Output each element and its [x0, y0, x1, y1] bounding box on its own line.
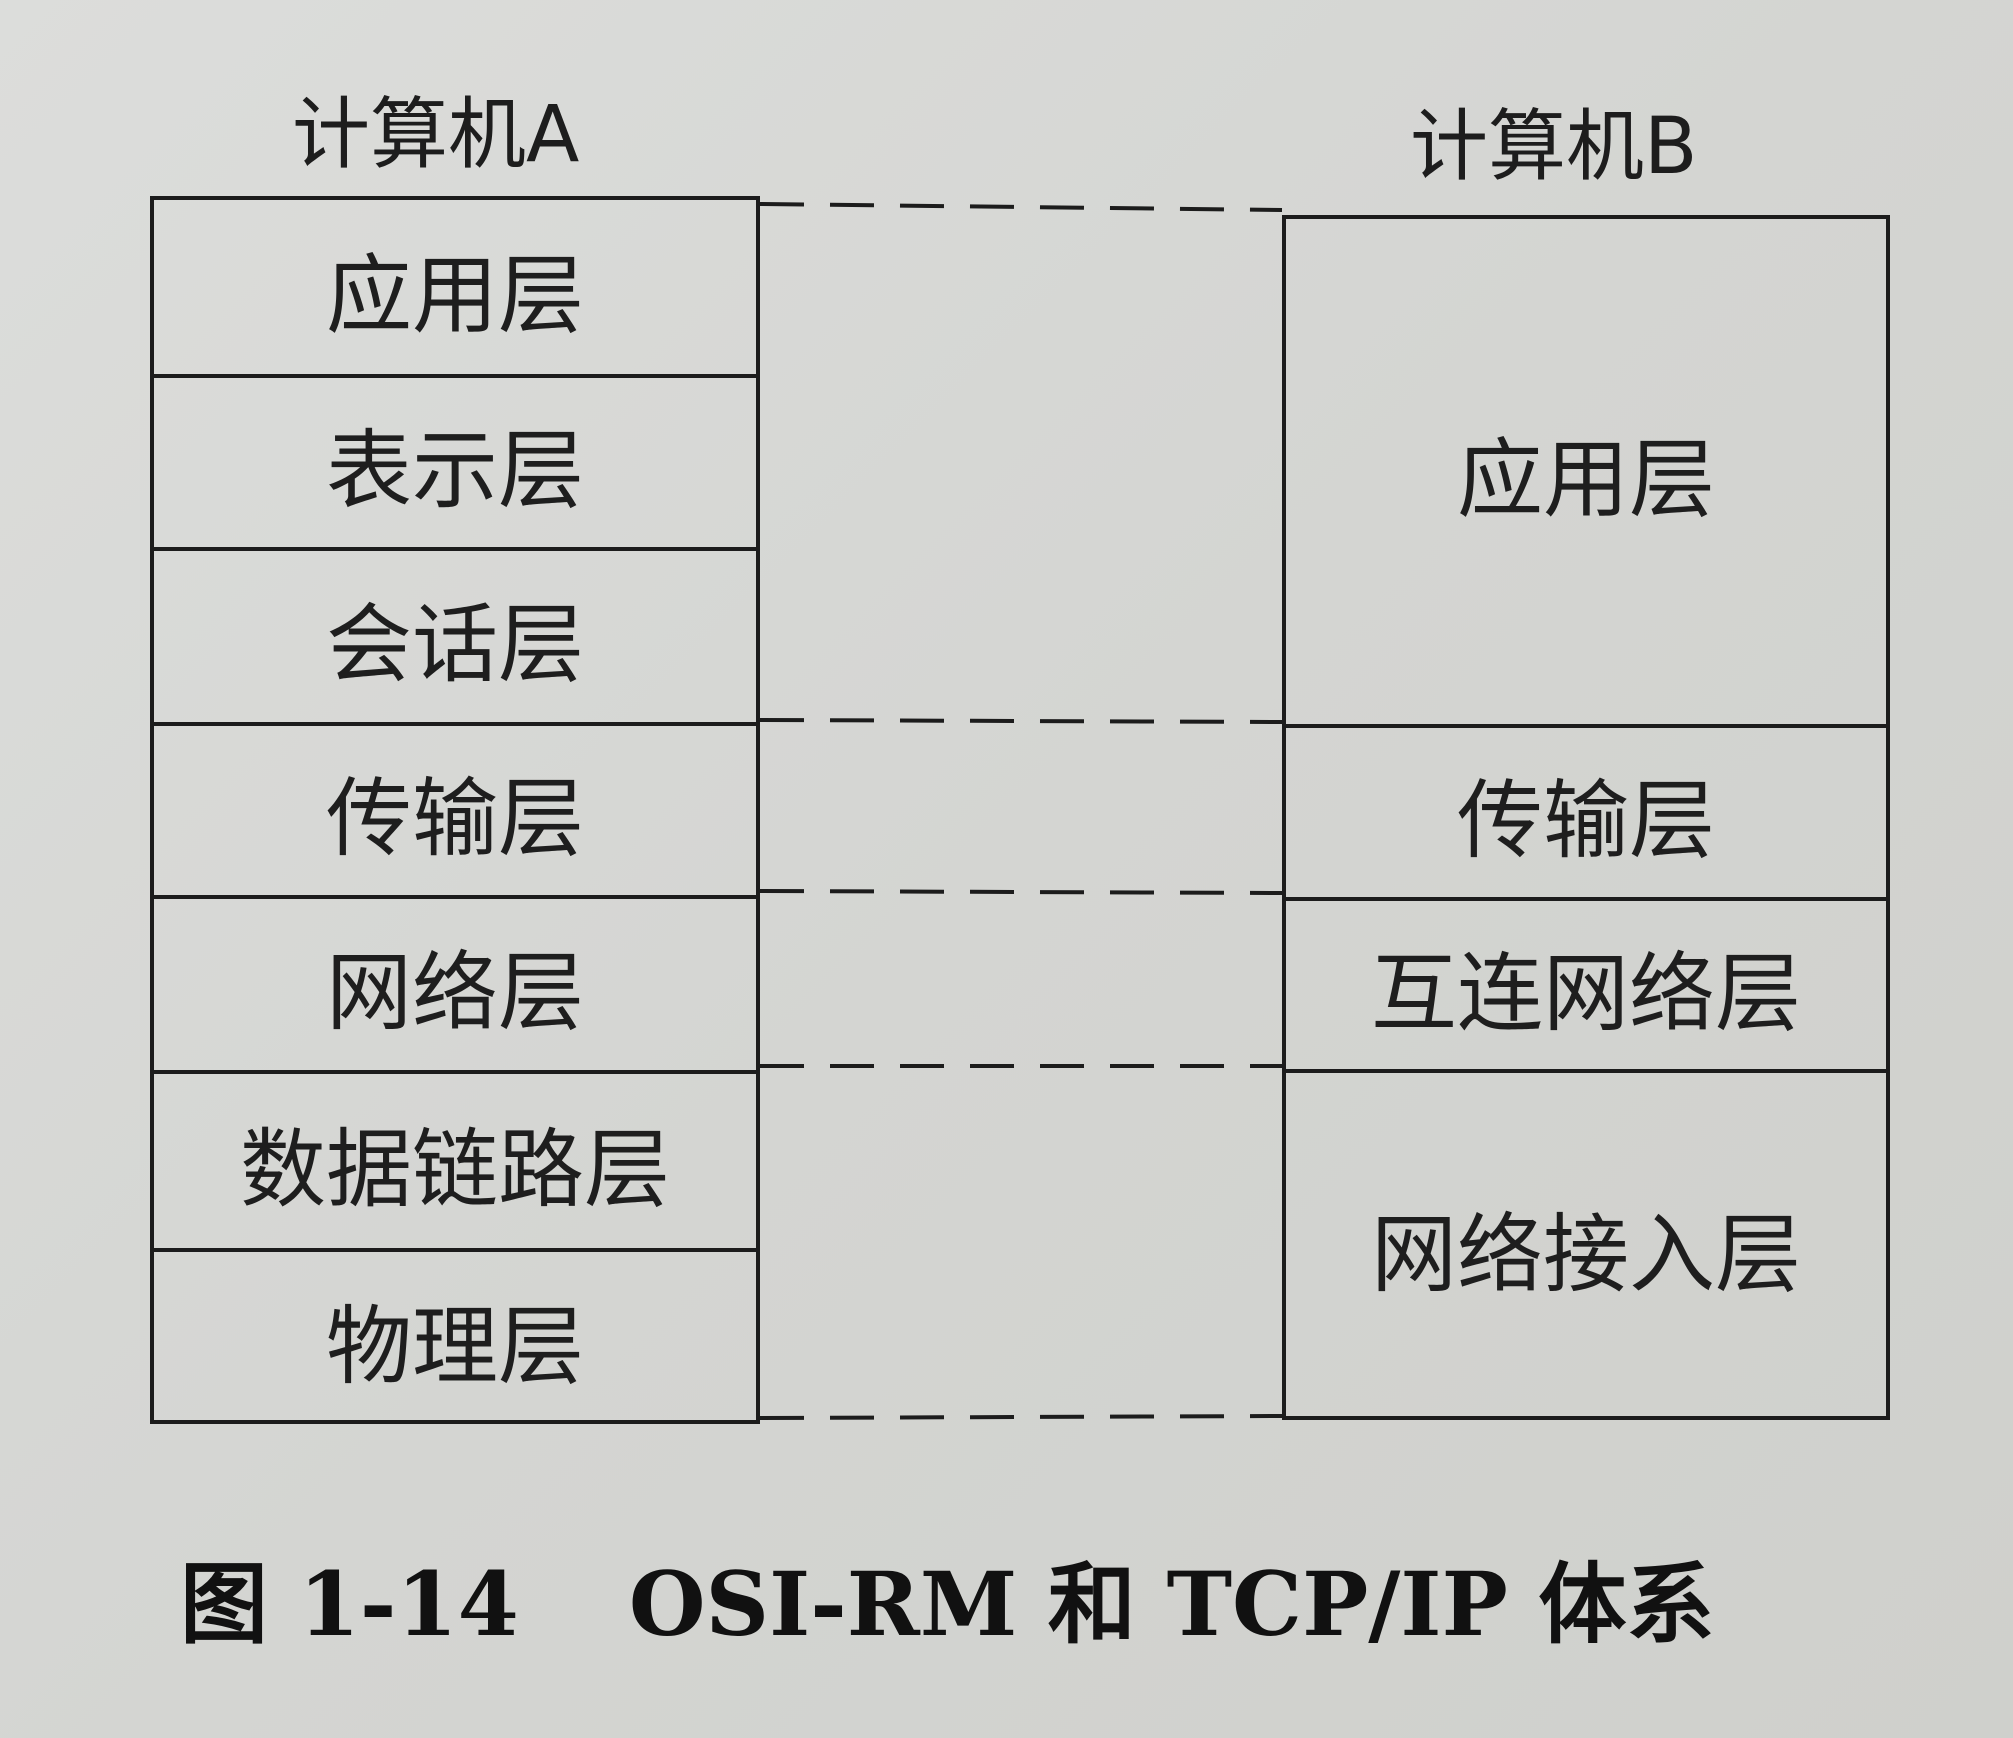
tcpip-internet-layer: 互连网络层	[1286, 897, 1886, 1069]
tcpip-stack: 应用层 传输层 互连网络层 网络接入层	[1282, 215, 1890, 1420]
osi-data-link-layer: 数据链路层	[154, 1070, 756, 1248]
osi-application-layer: 应用层	[326, 245, 584, 346]
tcpip-transport-layer: 传输层	[1286, 724, 1886, 897]
dashed-line-bottom	[759, 1414, 1283, 1420]
diagram-page: 计算机A 计算机B 应用层 表示层 会话层 传输层 网络层 数据链路层 物理层 …	[0, 0, 2013, 1738]
osi-stack: 应用层 表示层 会话层 传输层 网络层 数据链路层 物理层	[150, 196, 760, 1424]
dashed-line-network	[759, 889, 1283, 895]
osi-physical-layer: 物理层	[154, 1248, 756, 1424]
tcpip-network-access-layer: 网络接入层	[1286, 1069, 1886, 1420]
dashed-line-top	[759, 202, 1283, 212]
osi-session-layer: 会话层	[154, 547, 756, 722]
osi-presentation-layer: 表示层	[154, 374, 756, 547]
computer-b-title: 计算机B	[1410, 102, 1698, 192]
figure-caption: 图 1-14 OSI-RM 和 TCP/IP 体系	[180, 1560, 1714, 1648]
computer-a-title: 计算机A	[292, 90, 580, 180]
figure-number: 图 1-14	[180, 1552, 519, 1656]
tcpip-application-layer: 应用层	[1457, 430, 1715, 530]
figure-title: OSI-RM 和 TCP/IP 体系	[628, 1552, 1715, 1656]
dashed-line-transport	[759, 718, 1283, 724]
osi-network-layer: 网络层	[154, 895, 756, 1070]
osi-transport-layer: 传输层	[154, 722, 756, 895]
